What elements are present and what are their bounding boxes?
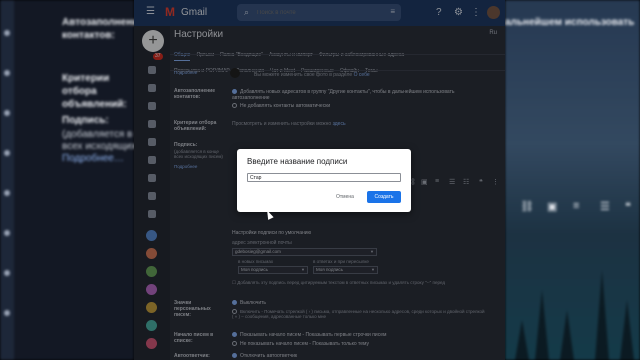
bg-signature-heading: Подпись: — [62, 115, 109, 126]
signature-name-dialog: Введите название подписи Отмена Создать — [237, 149, 411, 212]
tree-shape — [515, 320, 529, 360]
tree-shape — [560, 310, 574, 360]
background-left: Автозаполнение контактов: Критерии отбор… — [0, 0, 171, 360]
list-icon: ☰ — [600, 201, 610, 213]
cancel-button[interactable]: Отмена — [336, 193, 354, 201]
dialog-title: Введите название подписи — [247, 157, 348, 166]
bg-ads-heading: Критерии отбора объявлений: — [62, 73, 127, 110]
bg-more-link: Подробнее… — [62, 153, 124, 164]
tree-shape — [595, 270, 609, 360]
create-button[interactable]: Создать — [367, 191, 401, 203]
bg-autocomplete-heading: Автозаполнение контактов: — [62, 17, 144, 41]
background-sidebar — [0, 0, 14, 360]
tree-shape — [535, 290, 549, 360]
link-icon: ⛓ — [520, 201, 534, 213]
tree-shape — [620, 300, 634, 360]
signature-name-input[interactable] — [247, 173, 401, 182]
quote-icon: ❝ — [625, 201, 631, 213]
background-right: альнейшем использовать ⛓ ▣ ≡ ☰ ❝ — [505, 0, 640, 360]
image-icon: ▣ — [547, 201, 558, 213]
format-icon: ≡ — [573, 200, 580, 212]
bg-right-heading: альнейшем использовать — [505, 17, 635, 28]
